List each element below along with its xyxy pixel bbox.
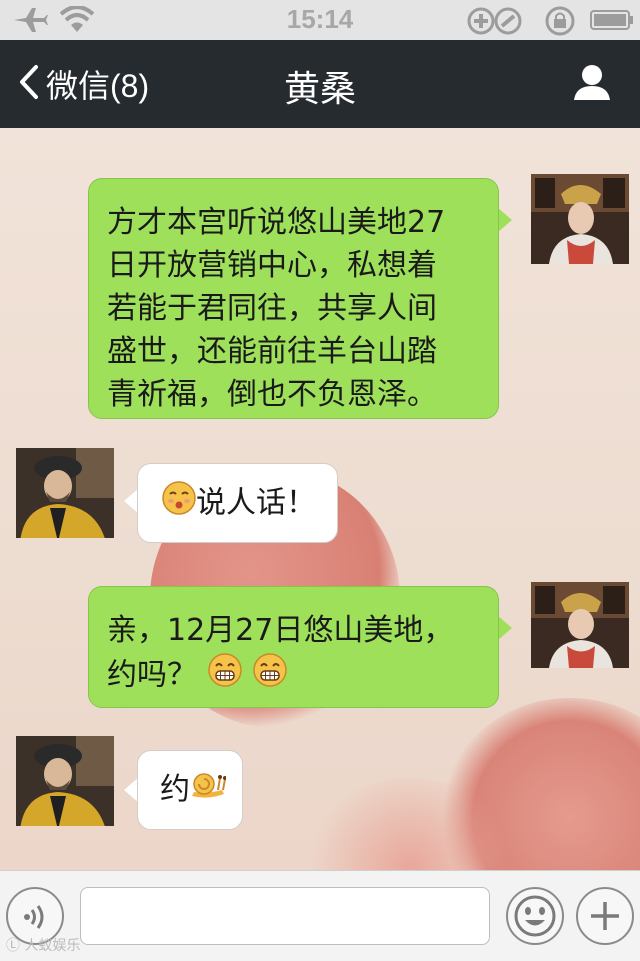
message-line: 青祈福，倒也不负恩泽。 (107, 377, 437, 412)
message-text: 说人话！ (196, 485, 316, 521)
avatar-self[interactable] (531, 582, 629, 672)
nav-bar: 微信(8) 黄桑 (0, 40, 640, 128)
emoji-button[interactable] (506, 887, 564, 945)
grin-emoji (207, 652, 243, 700)
message-bubble-contact[interactable]: 说人话！ (137, 463, 338, 543)
message-line-row: 约吗？ (107, 652, 480, 700)
avatar-contact[interactable] (16, 736, 114, 826)
message-bubble-self[interactable]: 方才本宫听说悠山美地27 日开放营销中心，私想着 若能于君同往，共享人间 盛世，… (88, 178, 499, 419)
message-line: 若能于君同往，共享人间 (107, 291, 437, 326)
plus-icon (589, 900, 621, 936)
sour-face-emoji (162, 481, 196, 527)
smiley-icon (514, 895, 556, 941)
status-bar: 15:14 (0, 0, 640, 40)
watermark: Ⓛ 人蚁娱乐 (6, 938, 81, 954)
message-line: 亲，12月27日悠山美地， (107, 613, 454, 648)
bubble-tail (124, 778, 138, 802)
message-input[interactable] (80, 887, 490, 945)
message-line: 日开放营销中心，私想着 (107, 248, 437, 283)
avatar-self[interactable] (531, 174, 629, 264)
input-bar (0, 870, 640, 961)
grin-emoji (252, 652, 288, 700)
voice-icon (22, 902, 50, 936)
bubble-tail (498, 616, 512, 640)
message-bubble-self[interactable]: 亲，12月27日悠山美地， 约吗？ (88, 586, 499, 708)
bubble-tail (498, 208, 512, 232)
message-text: 约 (160, 772, 190, 807)
bubble-tail (124, 489, 138, 513)
alarm-lock-icon (544, 6, 578, 40)
chat-title: 黄桑 (283, 69, 356, 110)
message-line: 约吗？ (107, 657, 197, 693)
message-line: 方才本宫听说悠山美地27 (107, 205, 446, 240)
message-line: 盛世，还能前往羊台山踏 (107, 334, 437, 369)
snail-emoji (190, 769, 227, 812)
avatar-contact[interactable] (16, 448, 114, 538)
profile-button[interactable] (572, 62, 612, 106)
message-bubble-contact[interactable]: 约 (137, 750, 243, 830)
chat-area[interactable]: 方才本宫听说悠山美地27 日开放营销中心，私想着 若能于君同往，共享人间 盛世，… (0, 128, 640, 870)
person-icon (572, 65, 612, 106)
more-button[interactable] (576, 887, 634, 945)
rotation-lock-icon (466, 6, 526, 40)
battery-icon (590, 6, 634, 38)
